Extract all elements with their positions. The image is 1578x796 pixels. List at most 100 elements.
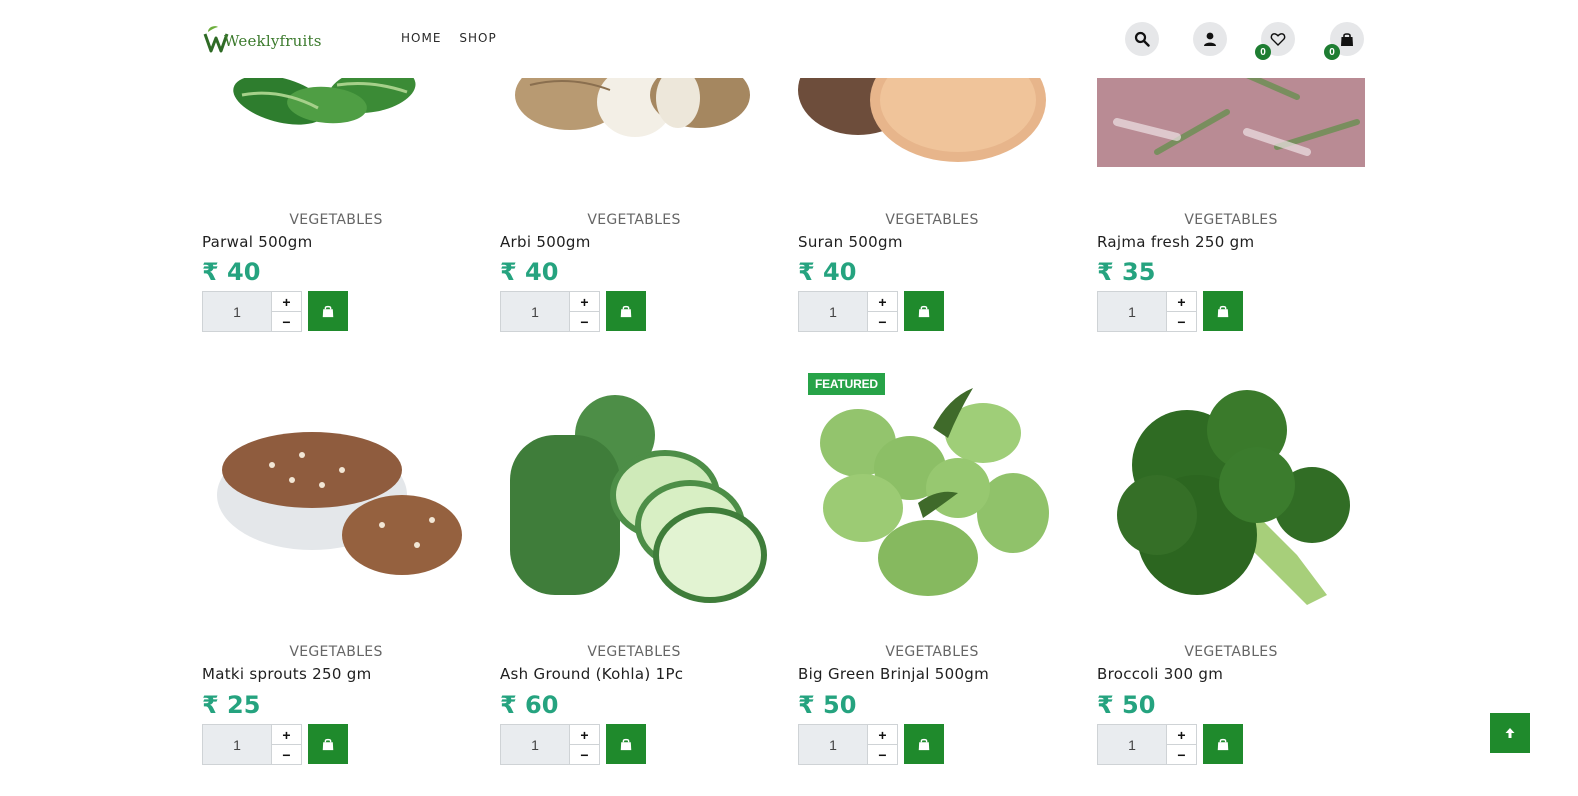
decrement-button[interactable]: − bbox=[570, 311, 599, 331]
product-name[interactable]: Suran 500gm bbox=[798, 233, 903, 251]
product-category: VEGETABLES bbox=[885, 644, 979, 660]
product-category: VEGETABLES bbox=[885, 212, 979, 228]
decrement-button[interactable]: − bbox=[868, 311, 897, 331]
product-category: VEGETABLES bbox=[1184, 644, 1278, 660]
back-to-top-button[interactable] bbox=[1490, 713, 1530, 753]
quantity-input[interactable] bbox=[798, 724, 868, 765]
decrement-button[interactable]: − bbox=[272, 311, 301, 331]
add-to-cart-button[interactable] bbox=[904, 291, 944, 331]
increment-button[interactable]: + bbox=[570, 292, 599, 311]
product-name[interactable]: Matki sprouts 250 gm bbox=[202, 665, 372, 683]
cart-button[interactable]: 0 bbox=[1324, 22, 1364, 60]
logo[interactable]: Weeklyfruits bbox=[202, 22, 322, 54]
product-name[interactable]: Ash Ground (Kohla) 1Pc bbox=[500, 665, 683, 683]
quantity-stepper: + − bbox=[570, 724, 600, 765]
add-to-cart-button[interactable] bbox=[606, 724, 646, 764]
decrement-button[interactable]: − bbox=[868, 744, 897, 764]
quantity-input[interactable] bbox=[1097, 291, 1167, 332]
product-price: ₹ 40 bbox=[202, 258, 261, 286]
add-to-cart-button[interactable] bbox=[308, 291, 348, 331]
product-category: VEGETABLES bbox=[587, 644, 681, 660]
wishlist-button[interactable]: 0 bbox=[1255, 22, 1295, 60]
shopping-bag-icon bbox=[322, 738, 334, 751]
nav-shop[interactable]: SHOP bbox=[459, 31, 496, 45]
product-category: VEGETABLES bbox=[289, 212, 383, 228]
account-button[interactable] bbox=[1193, 22, 1227, 56]
add-to-cart-button[interactable] bbox=[1203, 724, 1243, 764]
add-to-cart-button[interactable] bbox=[1203, 291, 1243, 331]
shopping-bag-icon bbox=[1217, 738, 1229, 751]
add-to-cart-button[interactable] bbox=[904, 724, 944, 764]
logo-text: Weeklyfruits bbox=[224, 32, 322, 50]
increment-button[interactable]: + bbox=[868, 292, 897, 311]
site-header: Weeklyfruits HOME SHOP 0 0 bbox=[0, 0, 1578, 78]
quantity-control: + − bbox=[500, 291, 646, 332]
quantity-stepper: + − bbox=[1167, 291, 1197, 332]
broccoli-image bbox=[1117, 390, 1350, 605]
quantity-input[interactable] bbox=[202, 291, 272, 332]
product-category: VEGETABLES bbox=[587, 212, 681, 228]
quantity-stepper: + − bbox=[868, 291, 898, 332]
ash-gourd-image bbox=[510, 395, 767, 603]
nav-home[interactable]: HOME bbox=[401, 31, 441, 45]
quantity-control: + − bbox=[202, 724, 348, 765]
decrement-button[interactable]: − bbox=[1167, 744, 1196, 764]
increment-button[interactable]: + bbox=[1167, 725, 1196, 744]
search-button[interactable] bbox=[1125, 22, 1159, 56]
increment-button[interactable]: + bbox=[272, 292, 301, 311]
product-price: ₹ 40 bbox=[500, 258, 559, 286]
shopping-bag-icon bbox=[322, 305, 334, 318]
quantity-stepper: + − bbox=[1167, 724, 1197, 765]
product-image[interactable]: FEATURED bbox=[798, 368, 1066, 613]
increment-button[interactable]: + bbox=[570, 725, 599, 744]
product-price: ₹ 60 bbox=[500, 691, 559, 719]
decrement-button[interactable]: − bbox=[1167, 311, 1196, 331]
sprouts-bowl-image bbox=[217, 432, 462, 575]
quantity-stepper: + − bbox=[868, 724, 898, 765]
product-price: ₹ 50 bbox=[1097, 691, 1156, 719]
search-icon bbox=[1134, 31, 1150, 47]
quantity-control: + − bbox=[1097, 291, 1243, 332]
shopping-bag-icon bbox=[620, 738, 632, 751]
quantity-input[interactable] bbox=[500, 291, 570, 332]
user-icon bbox=[1204, 32, 1216, 46]
shopping-bag-icon bbox=[1341, 33, 1353, 46]
shopping-bag-icon bbox=[918, 305, 930, 318]
product-name[interactable]: Big Green Brinjal 500gm bbox=[798, 665, 989, 683]
product-price: ₹ 40 bbox=[798, 258, 857, 286]
add-to-cart-button[interactable] bbox=[308, 724, 348, 764]
featured-badge: FEATURED bbox=[808, 373, 885, 395]
product-price: ₹ 35 bbox=[1097, 258, 1156, 286]
increment-button[interactable]: + bbox=[868, 725, 897, 744]
shopping-bag-icon bbox=[620, 305, 632, 318]
quantity-control: + − bbox=[1097, 724, 1243, 765]
quantity-stepper: + − bbox=[570, 291, 600, 332]
decrement-button[interactable]: − bbox=[570, 744, 599, 764]
main-nav: HOME SHOP bbox=[401, 31, 497, 45]
product-category: VEGETABLES bbox=[289, 644, 383, 660]
arrow-up-icon bbox=[1505, 728, 1515, 738]
product-image[interactable] bbox=[1097, 385, 1365, 630]
quantity-input[interactable] bbox=[798, 291, 868, 332]
decrement-button[interactable]: − bbox=[272, 744, 301, 764]
quantity-control: + − bbox=[798, 724, 944, 765]
product-price: ₹ 25 bbox=[202, 691, 261, 719]
product-name[interactable]: Parwal 500gm bbox=[202, 233, 313, 251]
product-name[interactable]: Rajma fresh 250 gm bbox=[1097, 233, 1254, 251]
quantity-input[interactable] bbox=[1097, 724, 1167, 765]
quantity-control: + − bbox=[500, 724, 646, 765]
product-category: VEGETABLES bbox=[1184, 212, 1278, 228]
quantity-input[interactable] bbox=[202, 724, 272, 765]
add-to-cart-button[interactable] bbox=[606, 291, 646, 331]
increment-button[interactable]: + bbox=[272, 725, 301, 744]
quantity-control: + − bbox=[798, 291, 944, 332]
heart-icon bbox=[1270, 33, 1286, 46]
product-name[interactable]: Arbi 500gm bbox=[500, 233, 591, 251]
quantity-input[interactable] bbox=[500, 724, 570, 765]
shopping-bag-icon bbox=[1217, 305, 1229, 318]
product-image[interactable] bbox=[500, 385, 768, 630]
increment-button[interactable]: + bbox=[1167, 292, 1196, 311]
product-price: ₹ 50 bbox=[798, 691, 857, 719]
product-name[interactable]: Broccoli 300 gm bbox=[1097, 665, 1223, 683]
product-image[interactable] bbox=[202, 375, 470, 620]
